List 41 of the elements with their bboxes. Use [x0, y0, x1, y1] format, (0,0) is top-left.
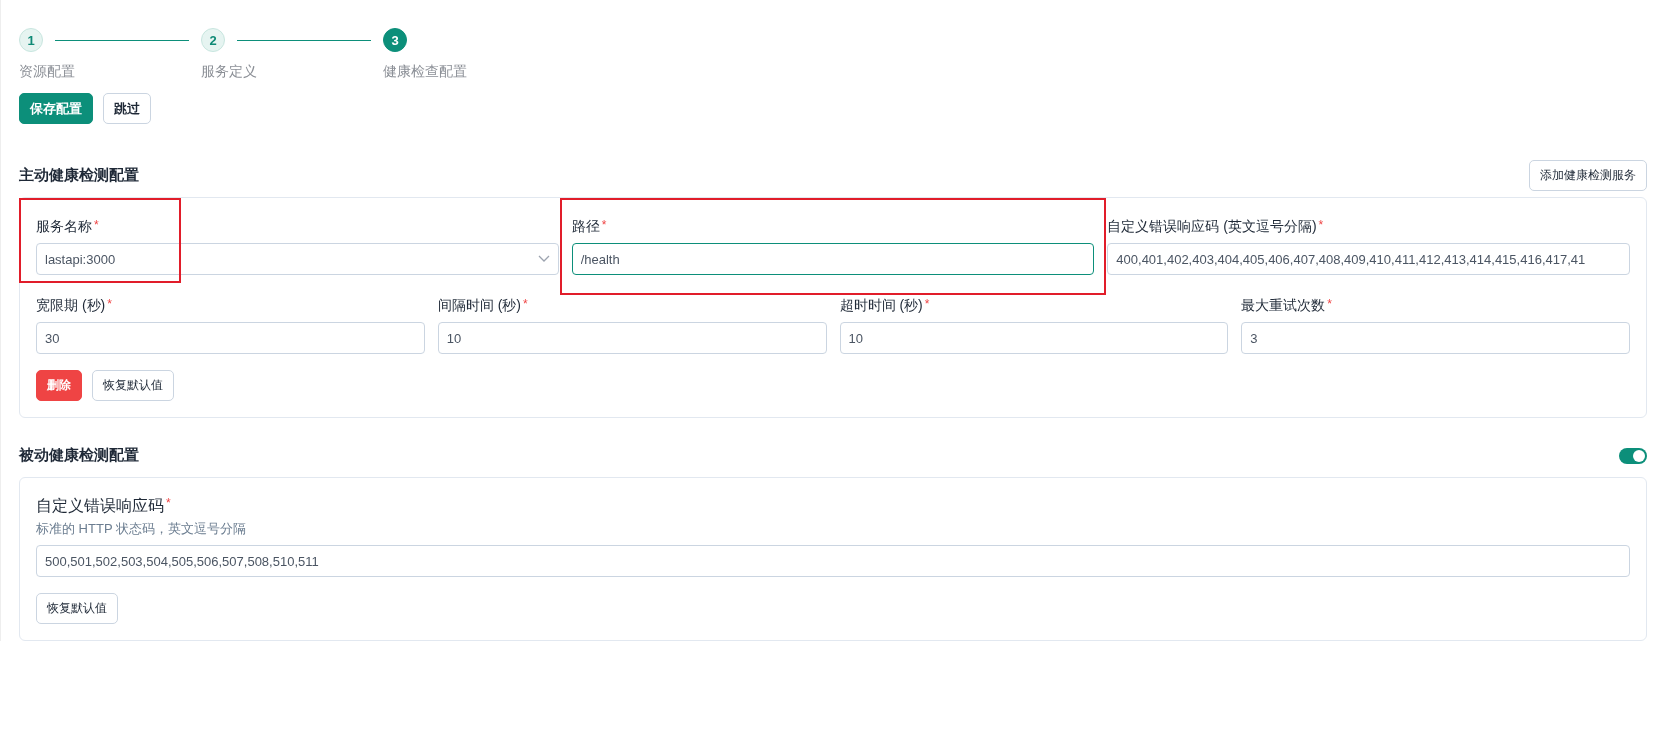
- chevron-down-icon: [537, 255, 550, 263]
- required-mark: *: [107, 297, 112, 311]
- field-hint: 标准的 HTTP 状态码，英文逗号分隔: [36, 520, 247, 538]
- field-label: 宽限期 (秒): [36, 297, 106, 315]
- required-mark: *: [924, 297, 930, 311]
- secondary-button[interactable]: 跳过: [103, 93, 151, 124]
- required-mark: *: [522, 297, 528, 311]
- required-mark: *: [166, 496, 171, 510]
- step-label: 资源配置: [19, 63, 76, 81]
- reset-button[interactable]: 恢复默认值: [36, 593, 118, 624]
- required-mark: *: [601, 218, 607, 232]
- step-number: 1: [19, 28, 43, 52]
- input-field[interactable]: 400,401,402,403,404,405,406,407,408,409,410,411,412,413,414,415,416,417,41: [1107, 243, 1630, 275]
- delete-button[interactable]: 删除: [36, 370, 82, 401]
- step-number: 3: [383, 28, 407, 52]
- field-label: 服务名称: [36, 218, 92, 236]
- select-field[interactable]: lastapi:3000: [36, 243, 559, 275]
- section-title: 被动健康检测配置: [19, 446, 139, 465]
- step-label: 健康检查配置: [383, 63, 468, 81]
- save-button[interactable]: 保存配置: [19, 93, 93, 124]
- field-label: 路径: [571, 218, 600, 236]
- input-field[interactable]: 10: [437, 322, 827, 354]
- input-field[interactable]: 500,501,502,503,504,505,506,507,508,510,511: [36, 545, 1630, 577]
- required-mark: *: [94, 218, 99, 232]
- toggle-switch[interactable]: [1619, 447, 1647, 464]
- step-label: 服务定义: [201, 63, 258, 81]
- section-title: 主动健康检测配置: [19, 166, 139, 185]
- field-label: 超时时间 (秒): [839, 297, 923, 315]
- input-field[interactable]: /health: [571, 243, 1095, 275]
- input-field[interactable]: 3: [1241, 322, 1630, 354]
- field-label: 自定义错误响应码 (英文逗号分隔): [1107, 218, 1317, 236]
- field-label: 间隔时间 (秒): [437, 297, 521, 315]
- add-button[interactable]: 添加健康检测服务: [1529, 160, 1647, 191]
- required-mark: *: [1327, 297, 1332, 311]
- field-label: 最大重试次数: [1241, 297, 1326, 315]
- step-number: 2: [201, 28, 225, 52]
- input-field[interactable]: 10: [839, 322, 1229, 354]
- field-label: 自定义错误响应码: [36, 496, 164, 516]
- input-field[interactable]: 30: [36, 322, 425, 354]
- required-mark: *: [1318, 218, 1324, 232]
- secondary-button[interactable]: 恢复默认值: [92, 370, 174, 401]
